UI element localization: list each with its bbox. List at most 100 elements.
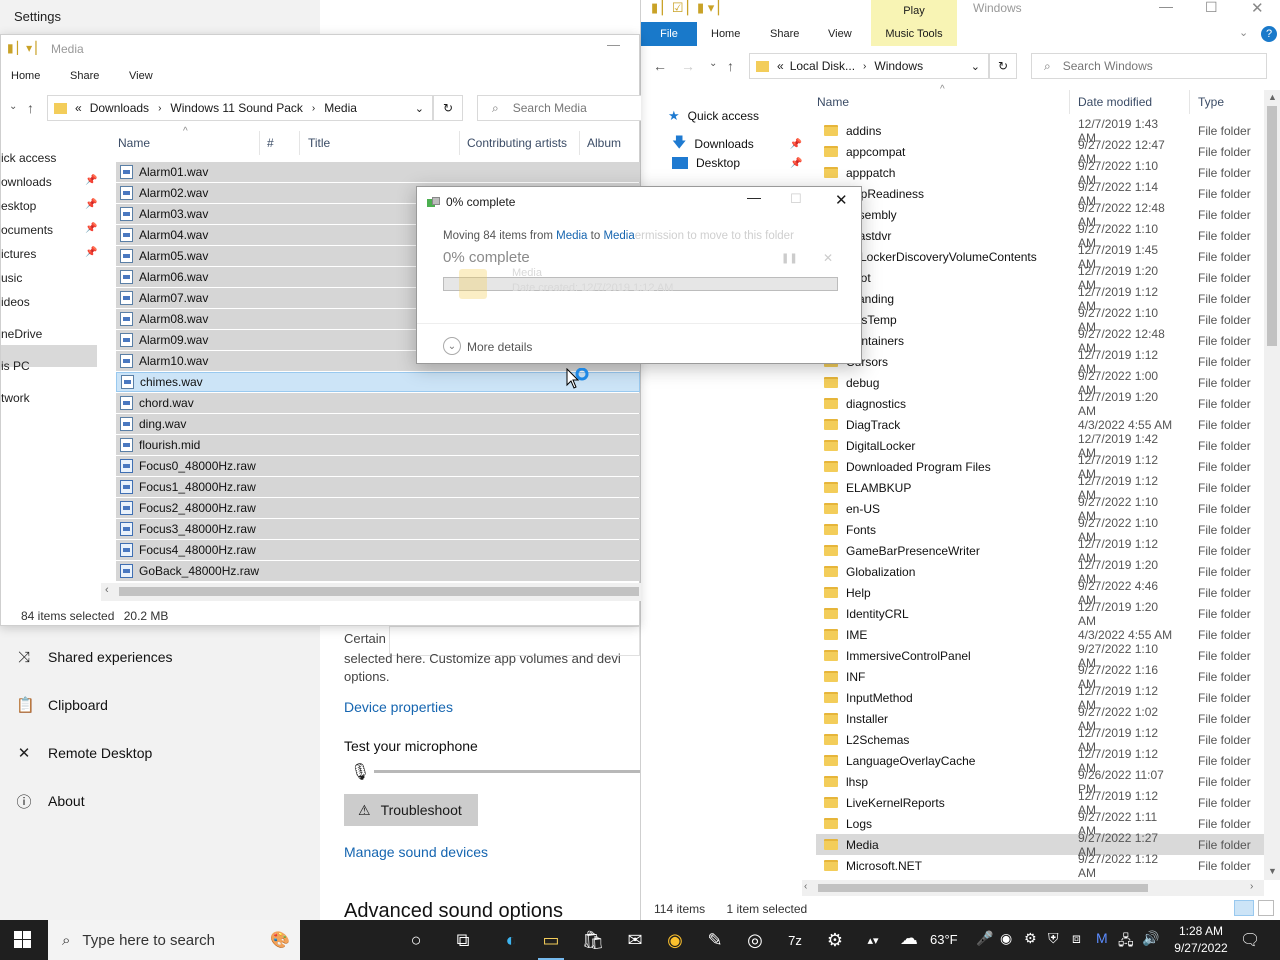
sidebar-item[interactable]: ictures 📌: [1, 247, 97, 261]
chrome-icon[interactable]: ◉: [660, 926, 690, 954]
folder-row[interactable]: assembly 9/27/2022 12:48 AM File folder: [816, 201, 1264, 229]
scroll-left-icon[interactable]: ‹: [804, 881, 807, 892]
quick-access-toolbar[interactable]: ▮ ▏▾ ▏: [7, 41, 45, 55]
file-row[interactable]: chimes.wav: [116, 372, 640, 392]
folder-row[interactable]: ImmersiveControlPanel 9/27/2022 1:10 AM Fi…: [816, 642, 1264, 670]
cancel-icon[interactable]: ✕: [823, 251, 833, 265]
column-number[interactable]: #: [267, 136, 274, 150]
record-icon[interactable]: ◉: [1000, 930, 1012, 947]
up-arrow-icon[interactable]: ↑: [727, 58, 734, 74]
tab-view[interactable]: View: [129, 70, 153, 82]
quick-access-toolbar[interactable]: ▮ ▏☑ ▏▮ ▾ ▏: [651, 0, 728, 16]
column-name[interactable]: Name: [817, 95, 849, 109]
folder-row[interactable]: LanguageOverlayCache 12/7/2019 1:12 AM Fil…: [816, 747, 1264, 775]
scroll-up-icon[interactable]: ▲: [1268, 92, 1277, 102]
folder-row[interactable]: DigitalLocker 12/7/2019 1:42 AM File folde…: [816, 432, 1264, 460]
folder-row[interactable]: diagnostics 12/7/2019 1:20 AM File folder: [816, 390, 1264, 418]
folder-row[interactable]: Downloaded Program Files 12/7/2019 1:12 A…: [816, 453, 1264, 481]
scroll-right-icon[interactable]: ›: [1250, 881, 1253, 892]
breadcrumb-media[interactable]: Media: [324, 101, 357, 115]
folder-row[interactable]: ELAMBKUP 12/7/2019 1:12 AM File folder: [816, 474, 1264, 502]
file-row[interactable]: Focus1_48000Hz.raw: [116, 477, 640, 497]
sidebar-item[interactable]: ownloads 📌: [1, 175, 97, 189]
address-dropdown-icon[interactable]: ⌄: [971, 60, 980, 73]
scroll-left-icon[interactable]: ‹: [105, 584, 109, 596]
large-icons-view-icon[interactable]: [1258, 900, 1274, 916]
webcam-icon[interactable]: ◎: [740, 926, 770, 954]
sidebar-item[interactable]: ocuments 📌: [1, 223, 97, 237]
folder-row[interactable]: LiveKernelReports 12/7/2019 1:12 AM File f…: [816, 789, 1264, 817]
task-view-icon[interactable]: ⧉: [448, 926, 478, 954]
breadcrumb-sound-pack[interactable]: Windows 11 Sound Pack: [170, 101, 303, 115]
app-tray-icon[interactable]: M: [1096, 930, 1108, 946]
up-arrow-icon[interactable]: ↑: [27, 100, 34, 116]
troubleshoot-button[interactable]: ⚠ Troubleshoot: [344, 794, 478, 826]
folder-row[interactable]: Media 9/27/2022 1:27 AM File folder: [816, 831, 1264, 859]
weather-cloud-icon[interactable]: ☁: [900, 928, 918, 949]
file-row[interactable]: Focus3_48000Hz.raw: [116, 519, 640, 539]
column-contributing-artists[interactable]: Contributing artists: [467, 136, 567, 150]
search-highlight-icon[interactable]: 🎨: [270, 930, 290, 950]
tab-share[interactable]: Share: [70, 70, 99, 82]
context-tab-play[interactable]: Play: [871, 0, 957, 22]
file-row[interactable]: GoBack_48000Hz.raw: [116, 561, 640, 581]
folder-row[interactable]: Branding 12/7/2019 1:12 AM File folder: [816, 285, 1264, 313]
minimize-button[interactable]: —: [1159, 0, 1173, 14]
folder-row[interactable]: IME 4/3/2022 4:55 AM File folder: [816, 624, 1264, 645]
horizontal-scrollbar[interactable]: ‹: [101, 583, 641, 601]
folder-row[interactable]: Logs 9/27/2022 1:11 AM File folder: [816, 810, 1264, 838]
details-view-icon[interactable]: [1234, 900, 1254, 916]
security-shield-icon[interactable]: ⛨: [1048, 930, 1059, 947]
chevron-down-icon[interactable]: ⌄: [443, 337, 461, 355]
horizontal-scrollbar[interactable]: ‹ ›: [802, 880, 1264, 896]
search-box[interactable]: ⌕ Search Media: [477, 95, 641, 121]
breadcrumb-downloads[interactable]: Downloads: [90, 101, 149, 115]
close-button[interactable]: ✕: [835, 191, 848, 209]
address-dropdown-icon[interactable]: ⌄: [415, 102, 424, 115]
sidebar-item[interactable]: twork: [1, 391, 97, 405]
folder-row[interactable]: Containers 9/27/2022 12:48 AM File folder: [816, 327, 1264, 355]
windows-start-icon[interactable]: [14, 931, 32, 949]
folder-row[interactable]: Microsoft.NET 9/27/2022 1:12 AM File folde…: [816, 852, 1264, 880]
nav-desktop[interactable]: Desktop 📌: [672, 156, 802, 170]
folder-row[interactable]: IdentityCRL 12/7/2019 1:20 AM File folder: [816, 600, 1264, 628]
folder-row[interactable]: lhsp 9/26/2022 11:07 PM File folder: [816, 768, 1264, 796]
store-icon[interactable]: 🛍: [578, 926, 608, 954]
minimize-button[interactable]: —: [607, 37, 620, 52]
address-bar[interactable]: « Local Disk... › Windows ⌄: [749, 53, 989, 79]
recent-locations-icon[interactable]: ⌄: [9, 101, 17, 112]
tab-file[interactable]: File: [641, 22, 697, 46]
breadcrumb-local-disk[interactable]: Local Disk...: [790, 59, 855, 73]
address-bar[interactable]: « Downloads › Windows 11 Sound Pack › Me…: [47, 95, 433, 121]
breadcrumb-overflow-icon[interactable]: «: [75, 101, 82, 115]
maximize-button[interactable]: ☐: [1205, 0, 1218, 16]
file-row[interactable]: Focus2_48000Hz.raw: [116, 498, 640, 518]
volume-icon[interactable]: 🔊: [1142, 930, 1159, 947]
close-button[interactable]: ✕: [1251, 0, 1264, 17]
nav-about[interactable]: ⓘ About: [16, 789, 84, 813]
scrollbar-thumb[interactable]: [1267, 106, 1277, 346]
manage-sound-devices-link[interactable]: Manage sound devices: [344, 844, 488, 860]
camera-tray-icon[interactable]: ⧈: [1072, 930, 1081, 947]
nav-quick-access[interactable]: ★ Quick access: [668, 108, 759, 124]
column-album[interactable]: Album: [587, 136, 621, 150]
tab-home[interactable]: Home: [711, 28, 740, 40]
folder-row[interactable]: en-US 9/27/2022 1:10 AM File folder: [816, 495, 1264, 523]
ribbon-expand-icon[interactable]: ⌄: [1239, 26, 1248, 39]
folder-row[interactable]: debug 9/27/2022 1:00 AM File folder: [816, 369, 1264, 397]
network-icon[interactable]: 🖧: [1118, 930, 1134, 954]
notifications-icon[interactable]: 🗨: [1240, 930, 1260, 950]
folder-row[interactable]: AppReadiness 9/27/2022 1:14 AM File folder: [816, 180, 1264, 208]
nav-downloads[interactable]: 🡇 Downloads 📌: [672, 132, 802, 156]
scroll-down-icon[interactable]: ▼: [1268, 866, 1277, 876]
pause-icon[interactable]: ❚❚: [781, 253, 798, 264]
folder-row[interactable]: DiagTrack 4/3/2022 4:55 AM File folder: [816, 414, 1264, 435]
file-row[interactable]: chord.wav: [116, 393, 640, 413]
folder-row[interactable]: Help 9/27/2022 4:46 AM File folder: [816, 579, 1264, 607]
column-date-modified[interactable]: Date modified: [1078, 95, 1152, 109]
system-clock[interactable]: 1:28 AM 9/27/2022: [1166, 923, 1236, 957]
tab-view[interactable]: View: [828, 28, 852, 40]
forward-arrow-icon[interactable]: →: [681, 58, 695, 74]
recent-locations-icon[interactable]: ⌄: [709, 58, 717, 69]
weather-temperature[interactable]: 63°F: [930, 932, 958, 947]
